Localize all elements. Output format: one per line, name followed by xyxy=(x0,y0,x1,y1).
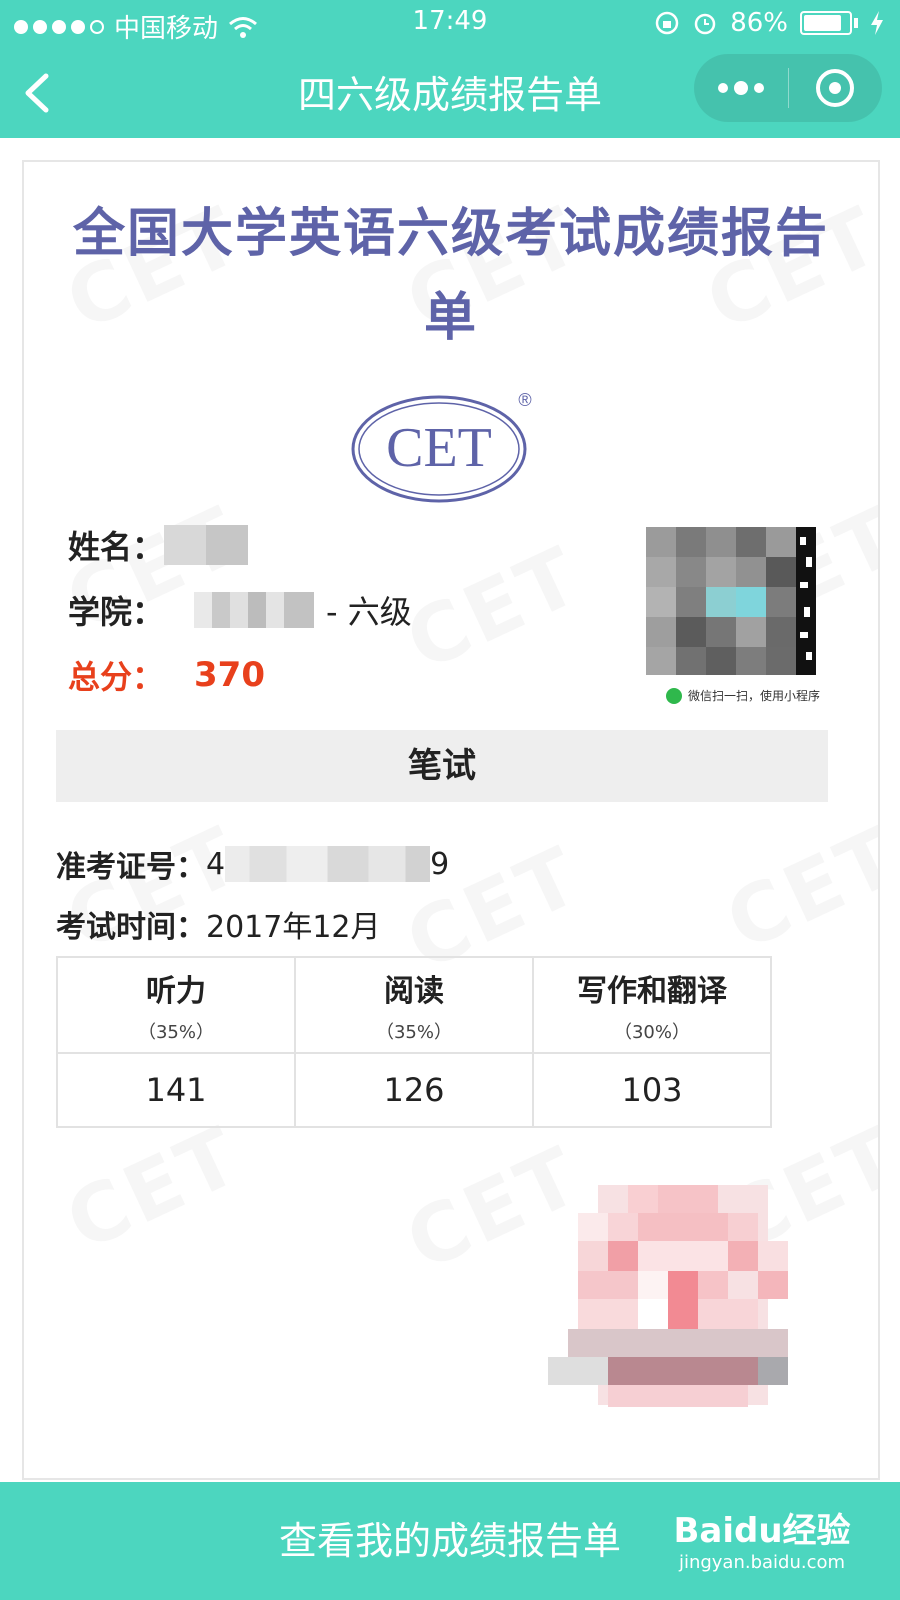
score-header-cell: 阅读 （35%） xyxy=(294,956,534,1054)
miniprogram-capsule xyxy=(694,54,882,122)
rotation-lock-icon xyxy=(655,11,679,35)
cet-watermark: CET xyxy=(713,808,878,968)
score-section-name: 听力 xyxy=(146,974,206,1009)
total-score-label: 总分： xyxy=(68,658,165,696)
charging-icon xyxy=(871,11,883,35)
total-score-value: 370 xyxy=(194,655,265,695)
exam-time-label: 考试时间： xyxy=(56,910,206,945)
score-table-header-row: 听力 （35%） 阅读 （35%） 写作和翻译 （30%） xyxy=(56,956,772,1054)
score-value-cell: 103 xyxy=(532,1052,772,1128)
nav-bar: 四六级成绩报告单 xyxy=(0,50,900,138)
cet-logo-text: CET xyxy=(386,417,492,479)
score-section-weight: （35%） xyxy=(375,1022,452,1043)
college-label: 学院： xyxy=(68,593,165,631)
cet-logo: CET ® xyxy=(351,390,532,503)
exam-level: - 六级 xyxy=(326,593,412,631)
alarm-icon xyxy=(694,13,716,35)
cet-watermark: CET xyxy=(53,1108,255,1268)
score-section-weight: （35%） xyxy=(137,1022,214,1043)
ticket-number-row: 准考证号： 4 9 xyxy=(56,842,449,886)
written-exam-section-title: 笔试 xyxy=(56,730,828,802)
top-bar: 中国移动 17:49 86% 四六级成绩报告单 xyxy=(0,0,900,138)
name-value-redacted xyxy=(164,525,249,565)
more-options-button[interactable] xyxy=(694,54,788,122)
score-value-cell: 141 xyxy=(56,1052,296,1128)
qr-caption-text: 微信扫一扫，使用小程序 xyxy=(688,689,821,703)
more-dot-icon xyxy=(717,83,728,93)
score-section-weight: （30%） xyxy=(613,1022,690,1043)
score-section-name: 写作和翻译 xyxy=(577,974,727,1009)
battery-tip xyxy=(854,18,858,28)
ticket-number-redacted xyxy=(225,846,431,882)
ticket-number-label: 准考证号： xyxy=(56,850,206,885)
score-table-value-row: 141 126 103 xyxy=(56,1052,772,1128)
battery-percent: 86% xyxy=(730,8,788,38)
more-dot-icon xyxy=(733,81,748,95)
redacted-photo xyxy=(548,1185,788,1407)
exam-time-value: 2017年12月 xyxy=(206,910,381,945)
qr-caption: 微信扫一扫，使用小程序 xyxy=(666,687,820,704)
college-row: 学院： - 六级 xyxy=(68,587,412,633)
report-title: 全国大学英语六级考试成绩报告单 xyxy=(72,204,829,348)
ticket-number-prefix: 4 xyxy=(206,846,226,882)
total-score-row: 总分： 370 xyxy=(68,652,265,698)
score-value-cell: 126 xyxy=(294,1052,534,1128)
cet-watermark: CET xyxy=(393,528,595,688)
battery-icon xyxy=(800,11,852,35)
baidu-jingyan-watermark: Baidu经验 jingyan.baidu.com xyxy=(672,1510,852,1585)
exam-time-row: 考试时间： 2017年12月 xyxy=(56,902,381,946)
score-section-name: 阅读 xyxy=(384,974,444,1009)
baidu-watermark-text: Baidu经验 xyxy=(673,1511,851,1551)
status-bar: 中国移动 17:49 86% xyxy=(0,0,900,46)
college-value-redacted xyxy=(194,592,315,628)
close-miniprogram-button[interactable] xyxy=(789,54,883,122)
registered-mark: ® xyxy=(518,390,531,410)
miniprogram-icon xyxy=(666,687,682,704)
name-row: 姓名： xyxy=(68,522,249,568)
score-table: 听力 （35%） 阅读 （35%） 写作和翻译 （30%） 141 126 10… xyxy=(56,956,772,1128)
ticket-number-suffix: 9 xyxy=(430,846,450,882)
baidu-watermark-url: jingyan.baidu.com xyxy=(678,1552,846,1573)
miniprogram-qr-code[interactable] xyxy=(646,527,816,677)
score-header-cell: 写作和翻译 （30%） xyxy=(532,956,772,1054)
more-dot-icon xyxy=(753,83,764,93)
target-close-icon xyxy=(816,69,855,107)
score-header-cell: 听力 （35%） xyxy=(56,956,296,1054)
score-report-card: CET CET CET CET CET CET CET CET CET CET … xyxy=(22,160,880,1480)
name-label: 姓名： xyxy=(68,528,165,566)
